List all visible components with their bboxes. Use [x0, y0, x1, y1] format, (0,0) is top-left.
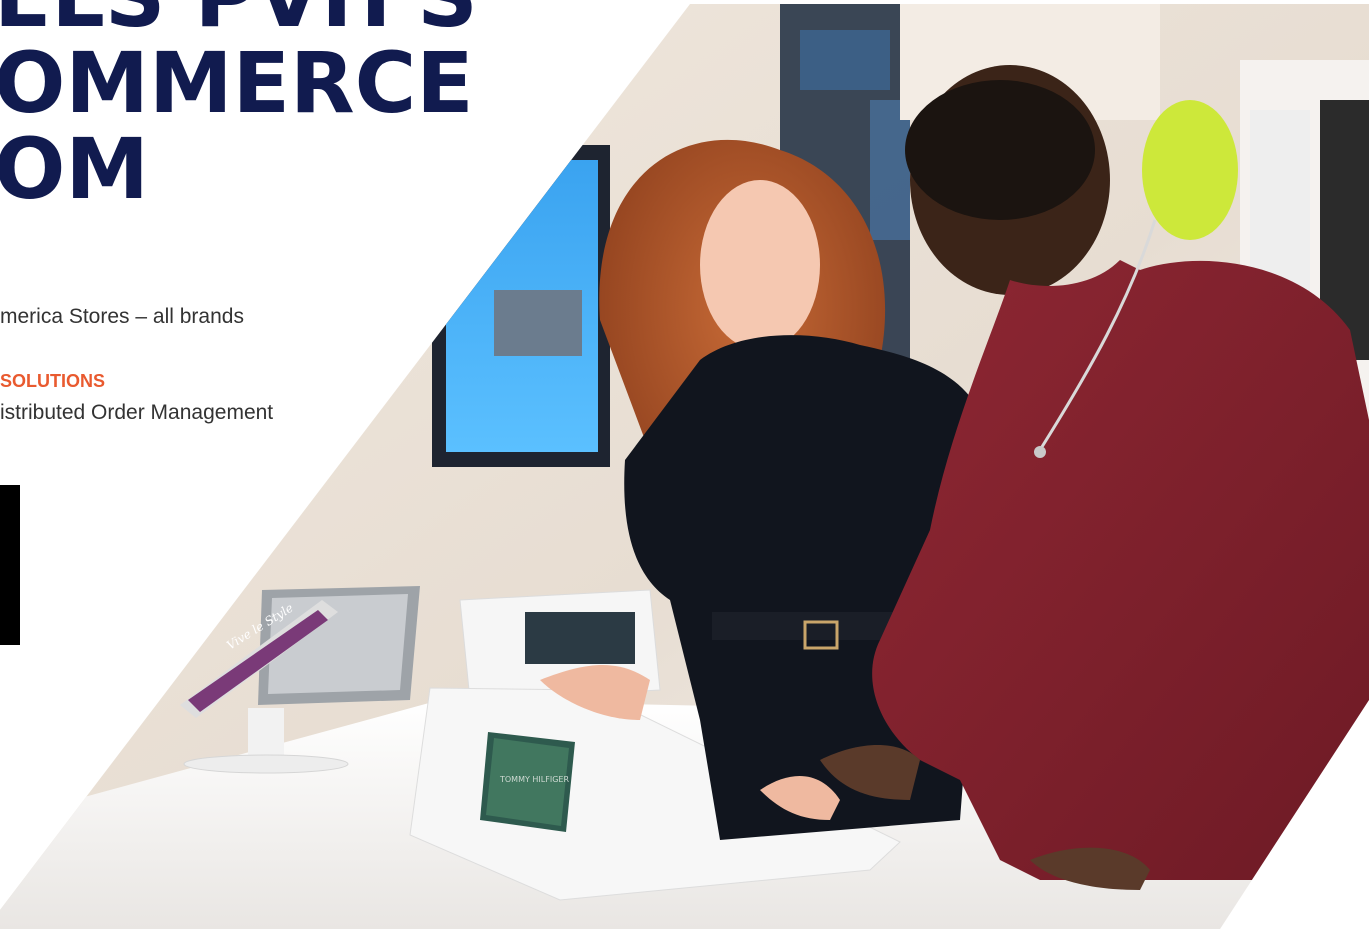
display-brand-text: TOMMY HILFIGER	[499, 775, 569, 784]
headline: ELS PVH'S OMMERCE OM	[0, 0, 478, 212]
case-study-page: Vive le Style TOMMY HILFIGER OMMERCE OM …	[0, 0, 1369, 929]
cta-block[interactable]	[0, 485, 20, 645]
stores-text: merica Stores – all brands	[0, 305, 244, 328]
headline-line-2: OMMERCE	[0, 34, 474, 132]
solutions-label: SOLUTIONS	[0, 371, 106, 391]
solution-text: istributed Order Management	[0, 401, 274, 424]
headline-line-3: OM	[0, 120, 149, 218]
